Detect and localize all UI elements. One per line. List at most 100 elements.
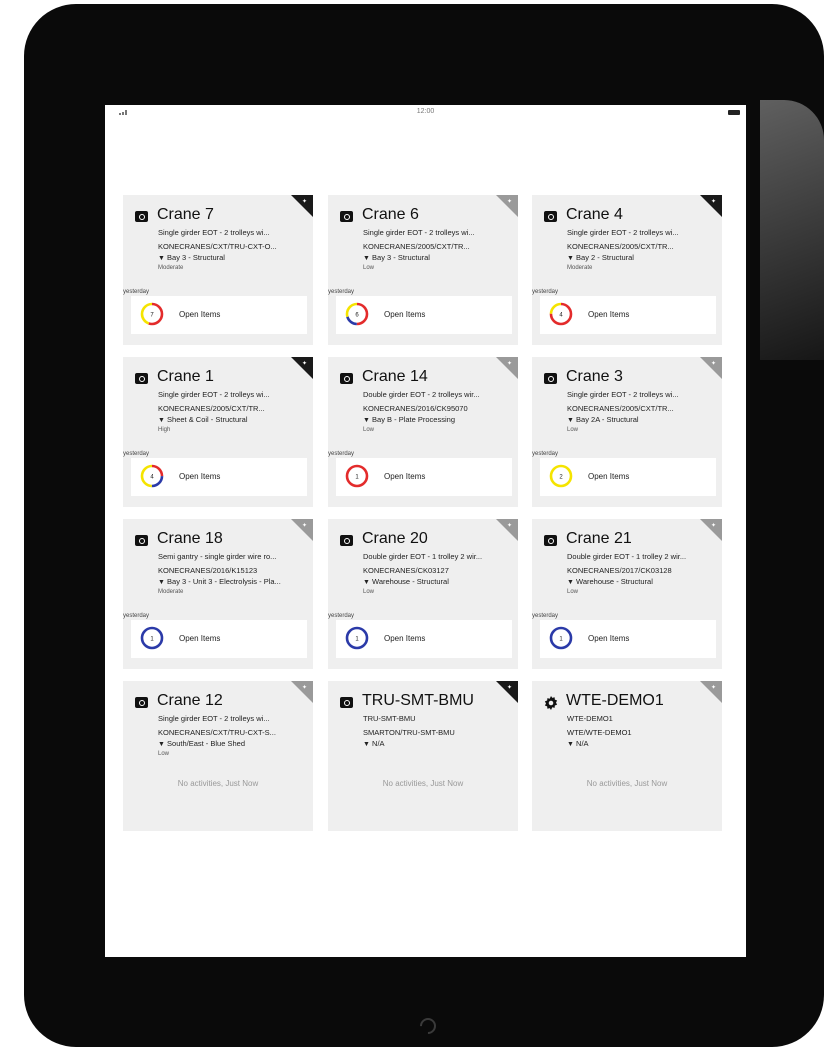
camera-icon xyxy=(340,697,353,708)
location-pin-icon: ▼ xyxy=(363,579,370,586)
open-items-box[interactable]: 1 Open Items xyxy=(336,620,512,658)
crane-card[interactable]: ✦ Crane 21 Double girder EOT - 1 trolley 2… xyxy=(532,519,722,669)
location-pin-icon: ▼ xyxy=(158,255,165,262)
open-items-box[interactable]: 7 Open Items xyxy=(131,296,307,334)
open-items-label: Open Items xyxy=(588,472,630,481)
last-activity-label: yesterday xyxy=(532,613,559,619)
location-pin-icon: ▼ xyxy=(363,741,370,748)
location-text: N/A xyxy=(372,739,385,748)
location-pin-icon: ▼ xyxy=(158,417,165,424)
card-location: ▼ Warehouse - Structural xyxy=(567,577,717,586)
rss-icon[interactable]: ✦ xyxy=(700,519,722,541)
rss-icon[interactable]: ✦ xyxy=(291,519,313,541)
screen: 12:00 ✦ Crane 7 Single girder EOT - 2 trol… xyxy=(105,105,746,957)
card-code: KONECRANES/2005/CXT/TR... xyxy=(567,404,674,413)
card-title: Crane 6 xyxy=(362,206,419,223)
rss-icon[interactable]: ✦ xyxy=(291,681,313,703)
card-location: ▼ Bay 3 - Structural xyxy=(363,253,513,262)
rss-icon[interactable]: ✦ xyxy=(700,681,722,703)
open-items-box[interactable]: 4 Open Items xyxy=(131,458,307,496)
no-activity-label: No activities, Just Now xyxy=(586,779,668,788)
camera-icon xyxy=(544,535,557,546)
card-title: Crane 18 xyxy=(157,530,223,547)
open-items-label: Open Items xyxy=(384,472,426,481)
last-activity-label: yesterday xyxy=(123,451,150,457)
card-description: Double girder EOT - 1 trolley 2 wir... xyxy=(567,552,687,561)
card-code: KONECRANES/2016/CK95070 xyxy=(363,404,468,413)
rss-icon[interactable]: ✦ xyxy=(291,195,313,217)
location-text: Warehouse - Structural xyxy=(576,577,653,586)
last-activity-label: yesterday xyxy=(123,613,150,619)
card-location: ▼ N/A xyxy=(567,739,717,748)
crane-card[interactable]: ✦ Crane 18 Semi gantry - single girder wir… xyxy=(123,519,313,669)
open-items-count: 1 xyxy=(355,637,359,643)
rss-icon[interactable]: ✦ xyxy=(496,681,518,703)
card-description: Double girder EOT - 1 trolley 2 wir... xyxy=(363,552,483,561)
card-code: KONECRANES/2005/CXT/TR... xyxy=(567,242,674,251)
priority-label: Low xyxy=(567,427,579,433)
location-text: Bay B - Plate Processing xyxy=(372,415,455,424)
location-pin-icon: ▼ xyxy=(363,417,370,424)
crane-card[interactable]: ✦ Crane 3 Single girder EOT - 2 trolleys w… xyxy=(532,357,722,507)
rss-icon[interactable]: ✦ xyxy=(496,357,518,379)
card-location: ▼ Bay 3 - Structural xyxy=(158,253,308,262)
location-pin-icon: ▼ xyxy=(567,741,574,748)
priority-label: Low xyxy=(567,589,579,595)
open-items-ring: 4 xyxy=(140,464,164,488)
card-title: Crane 3 xyxy=(566,368,623,385)
tablet-gloss xyxy=(760,100,824,360)
card-code: SMARTON/TRU-SMT-BMU xyxy=(363,728,455,737)
open-items-ring: 4 xyxy=(549,302,573,326)
no-activity-label: No activities, Just Now xyxy=(382,779,464,788)
open-items-box[interactable]: 6 Open Items xyxy=(336,296,512,334)
open-items-box[interactable]: 1 Open Items xyxy=(131,620,307,658)
location-pin-icon: ▼ xyxy=(567,579,574,586)
open-items-label: Open Items xyxy=(384,310,426,319)
crane-card[interactable]: ✦ WTE-DEMO1 WTE-DEMO1 WTE/WTE-DEMO1 ▼ N/A No … xyxy=(532,681,722,831)
location-text: Bay 3 - Structural xyxy=(372,253,430,262)
camera-icon xyxy=(135,211,148,222)
crane-card[interactable]: ✦ Crane 20 Double girder EOT - 1 trolley 2… xyxy=(328,519,518,669)
card-code: KONECRANES/2005/CXT/TR... xyxy=(363,242,470,251)
priority-label: Low xyxy=(363,589,375,595)
open-items-ring: 6 xyxy=(345,302,369,326)
crane-card[interactable]: ✦ Crane 6 Single girder EOT - 2 trolleys w… xyxy=(328,195,518,345)
card-location: ▼ Bay B - Plate Processing xyxy=(363,415,513,424)
crane-card[interactable]: ✦ Crane 1 Single girder EOT - 2 trolleys w… xyxy=(123,357,313,507)
rss-icon[interactable]: ✦ xyxy=(291,357,313,379)
crane-card[interactable]: ✦ Crane 7 Single girder EOT - 2 trolleys w… xyxy=(123,195,313,345)
open-items-label: Open Items xyxy=(588,310,630,319)
crane-card[interactable]: ✦ Crane 4 Single girder EOT - 2 trolleys w… xyxy=(532,195,722,345)
open-items-box[interactable]: 1 Open Items xyxy=(336,458,512,496)
priority-label: Moderate xyxy=(567,265,593,271)
card-description: Single girder EOT - 2 trolleys wi... xyxy=(158,228,270,237)
crane-card[interactable]: ✦ Crane 14 Double girder EOT - 2 trolleys … xyxy=(328,357,518,507)
crane-card[interactable]: ✦ TRU-SMT-BMU TRU-SMT-BMU SMARTON/TRU-SMT-B… xyxy=(328,681,518,831)
open-items-box[interactable]: 2 Open Items xyxy=(540,458,716,496)
card-code: KONECRANES/2005/CXT/TR... xyxy=(158,404,265,413)
last-activity-label: yesterday xyxy=(532,451,559,457)
location-text: Bay 3 - Structural xyxy=(167,253,225,262)
card-description: Double girder EOT - 2 trolleys wir... xyxy=(363,390,480,399)
rss-icon[interactable]: ✦ xyxy=(700,357,722,379)
camera-icon xyxy=(544,373,557,384)
rss-icon[interactable]: ✦ xyxy=(496,195,518,217)
open-items-ring: 7 xyxy=(140,302,164,326)
card-code: WTE/WTE-DEMO1 xyxy=(567,728,632,737)
card-title: Crane 20 xyxy=(362,530,428,547)
open-items-count: 4 xyxy=(559,313,563,319)
crane-card[interactable]: ✦ Crane 12 Single girder EOT - 2 trolleys … xyxy=(123,681,313,831)
card-code: KONECRANES/2017/CK03128 xyxy=(567,566,672,575)
location-pin-icon: ▼ xyxy=(158,741,165,748)
card-description: Single girder EOT - 2 trolleys wi... xyxy=(363,228,475,237)
open-items-box[interactable]: 1 Open Items xyxy=(540,620,716,658)
last-activity-label: yesterday xyxy=(328,613,355,619)
card-title: Crane 1 xyxy=(157,368,214,385)
gear-icon xyxy=(544,696,558,710)
open-items-box[interactable]: 4 Open Items xyxy=(540,296,716,334)
camera-icon xyxy=(135,535,148,546)
rss-icon[interactable]: ✦ xyxy=(496,519,518,541)
card-code: KONECRANES/2016/K15123 xyxy=(158,566,258,575)
rss-icon[interactable]: ✦ xyxy=(700,195,722,217)
card-description: Single girder EOT - 2 trolleys wi... xyxy=(567,390,679,399)
